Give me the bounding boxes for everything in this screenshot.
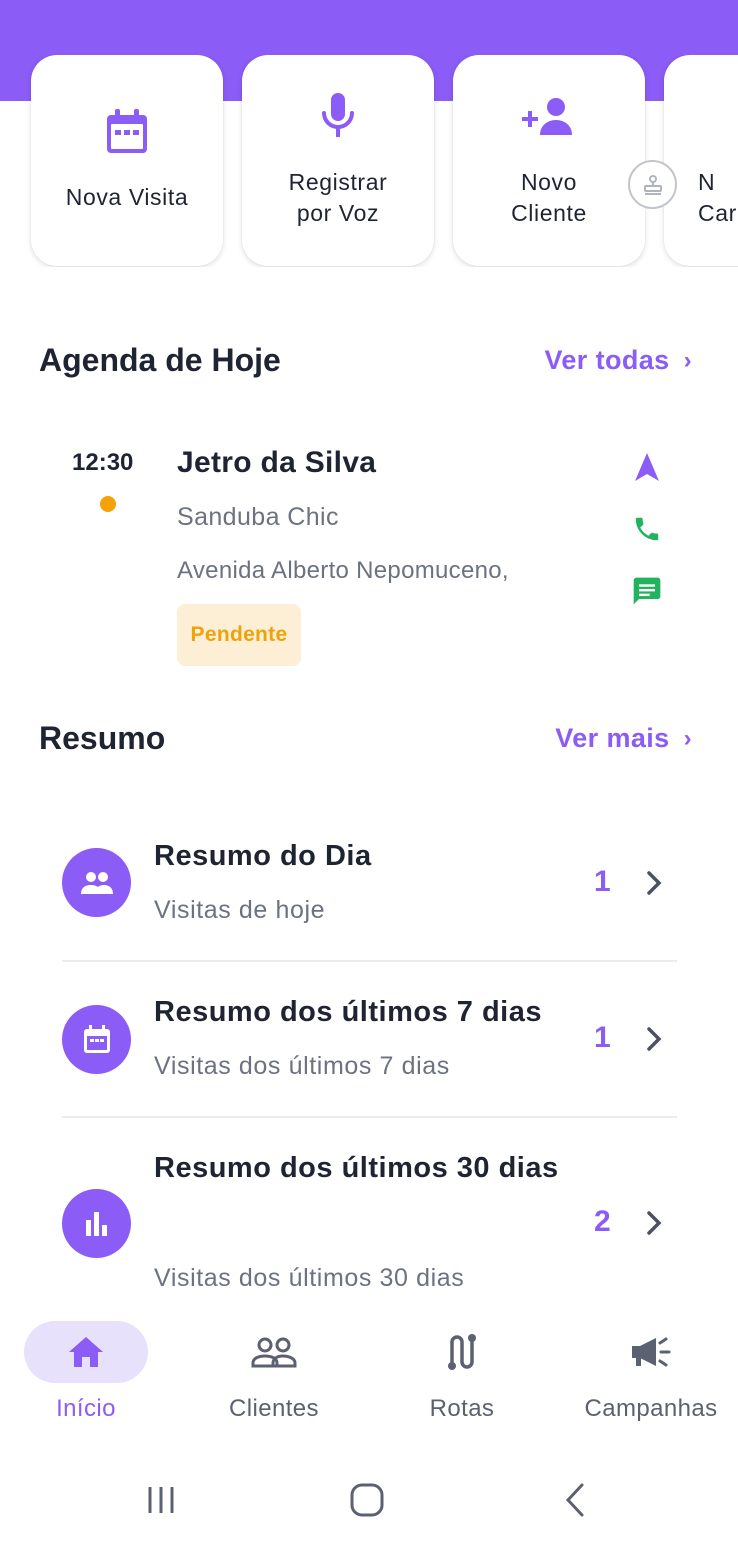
calendar-icon bbox=[62, 1005, 131, 1074]
home-square-icon bbox=[350, 1483, 384, 1517]
bar-chart-icon bbox=[62, 1189, 131, 1258]
summary-row-subtitle: Visitas dos últimos 7 dias bbox=[154, 1052, 450, 1080]
nav-campanhas[interactable]: Campanhas bbox=[578, 1305, 724, 1440]
system-navigation-bar bbox=[0, 1440, 738, 1546]
summary-row-day[interactable]: Resumo do Dia Visitas de hoje 1 bbox=[62, 828, 677, 938]
nav-clientes-label: Clientes bbox=[229, 1395, 319, 1422]
stamp-button[interactable] bbox=[628, 160, 677, 209]
summary-row-30-days[interactable]: Resumo dos últimos 30 dias Visitas dos ú… bbox=[62, 1141, 677, 1301]
summary-row-subtitle: Visitas dos últimos 30 dias bbox=[154, 1264, 465, 1292]
ver-mais-link[interactable]: Ver mais › bbox=[555, 723, 692, 754]
divider bbox=[62, 1116, 677, 1118]
megaphone-icon bbox=[589, 1321, 713, 1383]
message-icon bbox=[633, 577, 661, 605]
nav-rotas[interactable]: Rotas bbox=[400, 1305, 524, 1440]
calendar-icon bbox=[31, 109, 223, 155]
nav-rotas-label: Rotas bbox=[429, 1395, 495, 1422]
summary-row-count: 1 bbox=[594, 865, 611, 898]
phone-icon bbox=[635, 517, 659, 541]
summary-row-count: 1 bbox=[594, 1021, 611, 1054]
summary-row-title: Resumo dos últimos 7 dias bbox=[154, 996, 542, 1028]
summary-row-count: 2 bbox=[594, 1205, 611, 1238]
resumo-title: Resumo bbox=[39, 720, 166, 756]
registrar-por-voz-label: Registrar por Voz bbox=[288, 169, 388, 226]
stamp-icon bbox=[643, 174, 662, 195]
appointment-time: 12:30 bbox=[72, 449, 134, 476]
nav-inicio[interactable]: Início bbox=[24, 1305, 148, 1440]
chevron-right-icon bbox=[647, 1027, 662, 1051]
summary-row-title: Resumo dos últimos 30 dias bbox=[154, 1152, 559, 1184]
registrar-por-voz-button[interactable]: Registrar por Voz bbox=[242, 55, 434, 266]
summary-row-title: Resumo do Dia bbox=[154, 840, 372, 872]
novo-cliente-button[interactable]: Novo Cliente bbox=[453, 55, 645, 266]
appointment-address: Avenida Alberto Nepomuceno, bbox=[177, 557, 509, 584]
summary-row-subtitle: Visitas de hoje bbox=[154, 896, 326, 924]
recent-apps-button[interactable] bbox=[141, 1480, 181, 1520]
appointment-company: Sanduba Chic bbox=[177, 503, 339, 531]
call-button[interactable] bbox=[629, 511, 665, 547]
appointment-client-name: Jetro da Silva bbox=[177, 446, 377, 479]
home-system-button[interactable] bbox=[347, 1480, 387, 1520]
person-add-icon bbox=[453, 97, 645, 137]
ver-todas-link[interactable]: Ver todas › bbox=[544, 345, 692, 376]
nova-visita-label: Nova Visita bbox=[65, 184, 189, 210]
home-icon bbox=[24, 1321, 148, 1383]
chevron-right-icon: › bbox=[683, 346, 692, 374]
nav-inicio-label: Início bbox=[56, 1395, 116, 1422]
chevron-right-icon bbox=[647, 871, 662, 895]
route-icon bbox=[400, 1321, 524, 1383]
chevron-right-icon: › bbox=[683, 724, 692, 752]
navigate-button[interactable] bbox=[629, 449, 665, 485]
people-icon bbox=[62, 848, 131, 917]
status-dot bbox=[100, 496, 116, 512]
bottom-navigation: Início Clientes Rotas Campanhas bbox=[0, 1305, 738, 1440]
recent-apps-icon bbox=[148, 1487, 174, 1513]
quick-actions-row[interactable]: Nova Visita Registrar por Voz Novo Clien… bbox=[0, 55, 738, 267]
summary-row-7-days[interactable]: Resumo dos últimos 7 dias Visitas dos úl… bbox=[62, 984, 677, 1094]
people-outline-icon bbox=[212, 1321, 336, 1383]
status-badge: Pendente bbox=[177, 604, 301, 666]
nav-clientes[interactable]: Clientes bbox=[212, 1305, 336, 1440]
nova-visita-button[interactable]: Nova Visita bbox=[31, 55, 223, 266]
agenda-title: Agenda de Hoje bbox=[39, 342, 281, 378]
back-button[interactable] bbox=[555, 1480, 595, 1520]
navigation-arrow-icon bbox=[635, 453, 659, 481]
back-icon bbox=[565, 1483, 584, 1517]
ver-mais-label: Ver mais bbox=[555, 723, 670, 753]
ver-todas-label: Ver todas bbox=[544, 345, 670, 375]
novo-cliente-label: Novo Cliente bbox=[511, 169, 587, 226]
chevron-right-icon bbox=[647, 1211, 662, 1235]
divider bbox=[62, 960, 677, 962]
microphone-icon bbox=[242, 93, 434, 139]
nova-campanha-button[interactable]: N Car bbox=[664, 55, 738, 266]
message-button[interactable] bbox=[629, 573, 665, 609]
nav-campanhas-label: Campanhas bbox=[584, 1395, 718, 1422]
